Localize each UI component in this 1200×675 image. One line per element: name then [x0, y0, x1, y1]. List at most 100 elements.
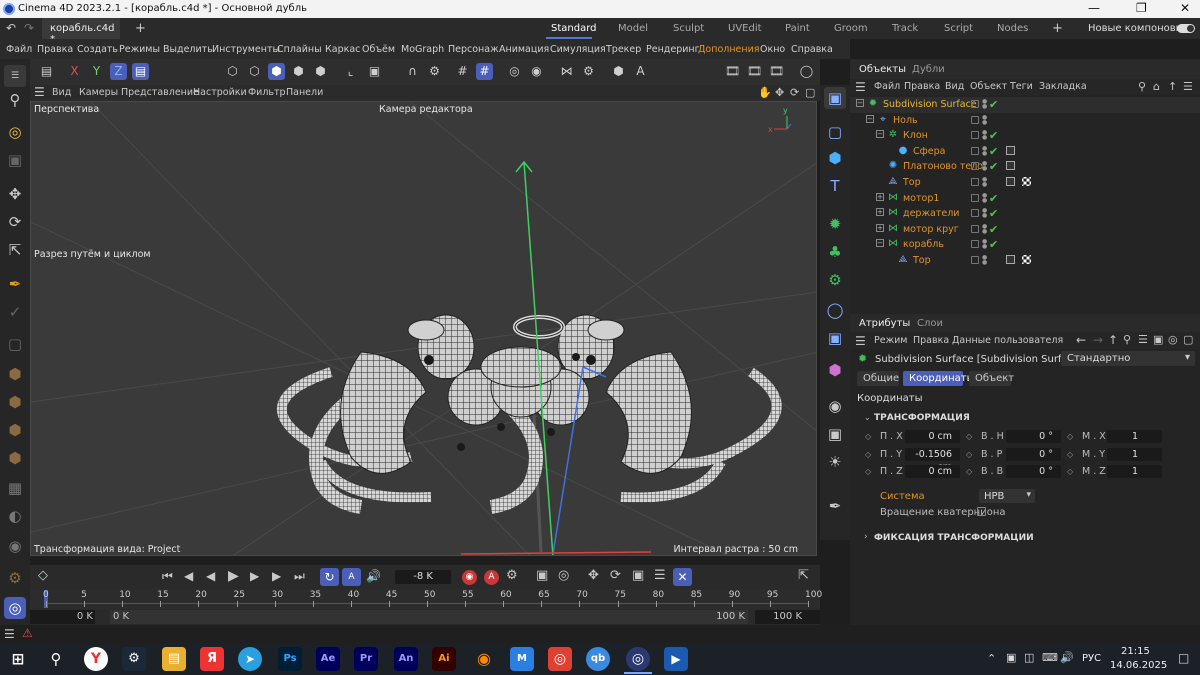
render-queue-icon[interactable]: 🎞 — [768, 63, 785, 80]
objects-home-icon[interactable]: ⌂ — [1153, 80, 1160, 93]
new-document-button[interactable]: + — [135, 21, 146, 36]
yandex-browser-icon[interactable]: Y — [84, 647, 108, 671]
attributes-menu-item-0[interactable]: Режим — [874, 335, 907, 346]
objects-menu-item-0[interactable]: Файл — [874, 81, 900, 92]
maximize-button[interactable]: ❐ — [1136, 1, 1147, 15]
expand-toggle-icon[interactable]: − — [856, 99, 864, 107]
undo-history-icon[interactable]: ▤ — [38, 63, 55, 80]
keyframe-diamond-icon[interactable]: ◇ — [1067, 432, 1073, 441]
viewport-menu-item-1[interactable]: Камеры — [79, 87, 118, 98]
system-dropdown[interactable]: НРВ ▾ — [979, 489, 1035, 503]
polygons-mode-icon[interactable]: ⬢ — [4, 447, 26, 469]
object-row[interactable]: + ⋈ мотор круг ● ● ✔ — [850, 222, 1200, 238]
attributes-menu-item-2[interactable]: Данные пользователя — [952, 335, 1063, 346]
material-tag-icon[interactable] — [1022, 177, 1031, 186]
media-player-icon[interactable]: ▶ — [664, 647, 688, 671]
expand-toggle-icon[interactable]: − — [876, 130, 884, 139]
visibility-toggle[interactable] — [971, 209, 979, 218]
adobe-ae-icon[interactable]: Ae — [316, 647, 340, 671]
viewport-menu-item-0[interactable]: Вид — [52, 87, 71, 98]
render-dots-icon[interactable]: ● ● — [982, 208, 987, 219]
layout-tab-uvedit[interactable]: UVEdit — [728, 23, 762, 34]
objects-menu-item-3[interactable]: Объект — [970, 81, 1007, 92]
live-selection-icon[interactable]: ▣ — [4, 149, 26, 171]
menu-item-12[interactable]: Симуляция — [550, 44, 606, 55]
render-settings-icon[interactable]: ◉ — [528, 63, 545, 80]
lock-icon[interactable]: ▣ — [1153, 333, 1163, 346]
pos-field[interactable]: 0 cm — [905, 465, 960, 478]
tab-layers[interactable]: Слои — [917, 318, 943, 329]
layout-tab-model[interactable]: Model — [618, 23, 648, 34]
windows-start-icon[interactable]: ⊞ — [6, 647, 30, 671]
target-icon[interactable]: ◎ — [1168, 333, 1178, 346]
scale-field[interactable]: 1 — [1107, 447, 1162, 461]
menu-item-2[interactable]: Создать — [77, 44, 118, 55]
points-icon[interactable]: ⬡ — [224, 63, 241, 80]
tag-icon[interactable] — [1006, 161, 1015, 171]
layout-tab-script[interactable]: Script — [944, 23, 973, 34]
render-dots-icon[interactable]: ● ● — [982, 161, 987, 172]
x-axis-handle[interactable] — [460, 551, 652, 555]
min-frame-field[interactable]: 0 K — [30, 610, 95, 624]
render-dots-icon[interactable]: ● ● — [982, 192, 987, 204]
expand-toggle-icon[interactable]: + — [876, 208, 884, 217]
object-mode-icon[interactable]: ⬢ — [4, 363, 26, 385]
deformer-icon[interactable]: ◯ — [824, 299, 846, 321]
record-icon[interactable]: ◉ — [462, 570, 477, 585]
object-row[interactable]: − ✹ Subdivision Surface ● ● ✔ — [850, 97, 1200, 113]
viewport-menu-item-3[interactable]: Настройки — [193, 87, 247, 98]
qbittorrent-icon[interactable]: qb — [586, 647, 610, 671]
move-view-icon[interactable]: ✥ — [775, 86, 784, 99]
render-dots-icon[interactable]: ● ● — [982, 130, 987, 141]
enabled-check-icon[interactable]: ✔ — [989, 223, 998, 236]
subtab-2[interactable]: Объект — [969, 371, 1014, 386]
menu-item-4[interactable]: Выделить — [163, 44, 213, 55]
objects-search-icon[interactable]: ⚲ — [1138, 80, 1146, 93]
expand-toggle-icon[interactable]: + — [876, 192, 884, 201]
viewport-menu-item-2[interactable]: Представление — [121, 87, 199, 98]
steam-icon[interactable]: ⚙ — [122, 647, 146, 671]
field-icon[interactable]: ▣ — [824, 327, 846, 349]
subdivision-tool-icon[interactable]: ✹ — [824, 213, 846, 235]
menu-item-17[interactable]: Справка — [791, 44, 833, 55]
viewport-menu-item-5[interactable]: Панели — [286, 87, 323, 98]
document-tab[interactable]: корабль.c4d * — [42, 18, 120, 45]
playback-mode-icon[interactable]: A — [342, 568, 361, 586]
effector-icon[interactable]: ⚙ — [824, 269, 846, 291]
visibility-toggle[interactable] — [971, 162, 979, 171]
workplane-icon[interactable]: ◐ — [4, 505, 26, 527]
menu-item-0[interactable]: Файл — [6, 44, 32, 55]
prev-frame-icon[interactable]: ◀ — [206, 569, 215, 583]
preset-dropdown[interactable]: Стандартно ▾ — [1061, 351, 1195, 366]
red-app-icon[interactable]: ◎ — [548, 647, 572, 671]
polygons-icon[interactable]: ⬢ — [268, 63, 285, 80]
pan-hand-icon[interactable]: ✋ — [758, 86, 772, 99]
render-dots-icon[interactable]: ● ● — [982, 99, 987, 110]
keyframe-diamond-icon[interactable]: ◇ — [1067, 450, 1073, 459]
menu-item-14[interactable]: Рендеринг — [646, 44, 700, 55]
menu-item-1[interactable]: Правка — [37, 44, 73, 55]
keyframe-diamond-icon[interactable]: ◇ — [865, 432, 871, 441]
menu-item-10[interactable]: Персонаж — [448, 44, 499, 55]
rot-field[interactable]: 0 ° — [1006, 430, 1061, 443]
rotate-tool-icon[interactable]: ⟳ — [4, 211, 26, 233]
tray-expand-icon[interactable]: ⌃ — [987, 652, 996, 665]
blender-icon[interactable]: ◉ — [472, 647, 496, 671]
tag-icon[interactable] — [1006, 255, 1015, 264]
tab-objects[interactable]: Объекты — [859, 64, 906, 75]
clock-time[interactable]: 21:15 — [1121, 646, 1150, 657]
layout-tab-paint[interactable]: Paint — [785, 23, 810, 34]
play-icon[interactable]: ▶ — [228, 568, 239, 584]
goto-end-icon[interactable]: ⏭ — [294, 569, 305, 584]
enabled-check-icon[interactable]: ✔ — [989, 129, 998, 142]
material-tag-icon[interactable] — [1022, 255, 1031, 264]
object-row[interactable]: + ⋈ держатели ● ● ✔ — [850, 206, 1200, 222]
autokey-icon[interactable]: A — [484, 570, 499, 585]
minimize-button[interactable]: — — [1088, 1, 1100, 15]
menu-item-8[interactable]: Объём — [362, 44, 395, 55]
fingerprint-icon[interactable]: ◎ — [4, 597, 26, 619]
tab-takes[interactable]: Дубли — [912, 64, 945, 75]
keyframe-settings-icon[interactable]: ⚙ — [506, 568, 518, 583]
redo-icon[interactable]: ↷ — [24, 21, 34, 35]
environment-icon[interactable]: ◉ — [824, 395, 846, 417]
